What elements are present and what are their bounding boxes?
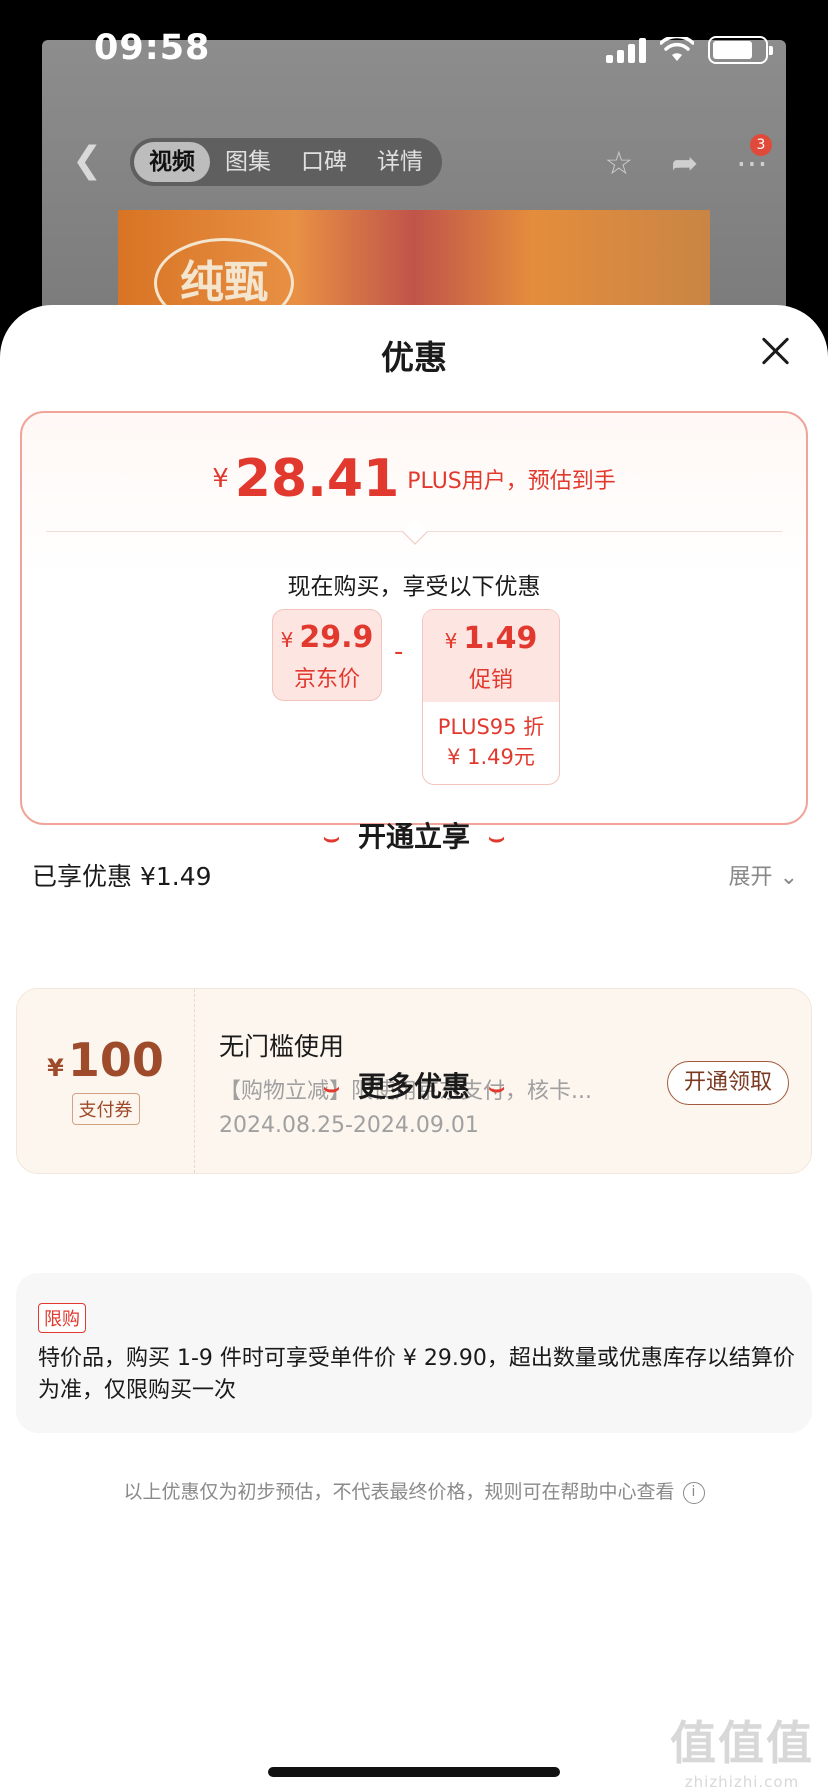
promo-detail-line2: ¥ 1.49元 — [447, 745, 535, 769]
tab-details[interactable]: 详情 — [362, 142, 438, 182]
limit-description: 特价品，购买 1-9 件时可享受单件价 ¥ 29.90，超出数量或优惠库存以结算… — [38, 1346, 795, 1403]
tab-video[interactable]: 视频 — [134, 142, 210, 182]
battery-icon — [708, 36, 773, 64]
buy-now-text: 现在购买，享受以下优惠 — [287, 574, 541, 600]
decor-left-icon: ⌣ — [322, 823, 340, 853]
chevron-down-icon: ⌄ — [779, 865, 798, 890]
decor-right-icon: ⌣ — [488, 1073, 506, 1103]
more-section-title: 更多优惠 — [357, 1070, 470, 1103]
back-arrow-icon[interactable]: ❮ — [72, 140, 102, 181]
promo-box: ¥1.49 促销 PLUS95 折 ¥ 1.49元 — [422, 609, 560, 785]
limit-tag: 限购 — [38, 1303, 86, 1333]
status-icons — [606, 36, 773, 64]
share-icon[interactable]: ➦ — [671, 144, 698, 182]
enjoyed-discount: 已享优惠 ¥1.49 — [32, 862, 212, 891]
watermark-line1: 值值值 — [670, 1716, 814, 1770]
currency-symbol: ¥ — [212, 464, 229, 494]
message-badge: 3 — [750, 134, 772, 156]
estimated-price-card: ¥28.41 PLUS用户，预估到手 现在购买，享受以下优惠 ¥29.9 京东价 … — [20, 411, 808, 825]
disclaimer: 以上优惠仅为初步预估，不代表最终价格，规则可在帮助中心查看 i — [0, 1477, 828, 1504]
jd-price-label: 京东价 — [293, 667, 360, 692]
coupon-validity: 2024.08.25-2024.09.01 — [219, 1113, 479, 1138]
disclaimer-text: 以上优惠仅为初步预估，不代表最终价格，规则可在帮助中心查看 — [123, 1481, 675, 1503]
coupon-title: 无门槛使用 — [219, 1032, 345, 1061]
expand-button[interactable]: 展开 ⌄ — [729, 859, 798, 891]
divider-notch — [402, 519, 428, 545]
currency-symbol: ¥ — [444, 629, 458, 653]
estimated-price-label: PLUS用户，预估到手 — [407, 469, 616, 494]
expand-label: 展开 — [728, 865, 773, 890]
tab-reviews[interactable]: 口碑 — [286, 142, 362, 182]
background-app: 09:58 ❮ 视频 图集 口碑 详情 ☆ ➦ ⋯ 3 纯甄 — [0, 0, 828, 340]
cellular-signal-icon — [606, 37, 646, 63]
more-promo-card: 限购 特价品，购买 1-9 件时可享受单件价 ¥ 29.90，超出数量或优惠库存… — [16, 1273, 812, 1433]
watermark-logo: 值值值 zhizhizhi.com — [670, 1707, 814, 1791]
open-section-header: ⌣ 开通立享 ⌣ — [0, 815, 828, 855]
status-time: 09:58 — [94, 28, 211, 68]
decor-left-icon: ⌣ — [322, 1073, 340, 1103]
promo-label: 促销 — [468, 668, 513, 693]
promo-amount: 1.49 — [463, 621, 538, 656]
jd-price-amount: 29.9 — [299, 620, 374, 655]
media-tabs: 视频 图集 口碑 详情 — [130, 138, 442, 186]
wifi-icon — [660, 37, 694, 61]
home-indicator[interactable] — [268, 1767, 560, 1777]
watermark-line2: zhizhizhi.com — [684, 1773, 800, 1791]
more-section-header: ⌣ 更多优惠 ⌣ — [0, 1065, 828, 1105]
tab-gallery[interactable]: 图集 — [210, 142, 286, 182]
open-section-title: 开通立享 — [357, 820, 470, 853]
promo-detail-line1: PLUS95 折 — [437, 715, 545, 739]
close-icon[interactable] — [758, 333, 792, 367]
sheet-title: 优惠 — [381, 338, 447, 377]
star-icon[interactable]: ☆ — [605, 144, 634, 182]
promotion-sheet: 优惠 ¥28.41 PLUS用户，预估到手 现在购买，享受以下优惠 ¥29.9 京… — [0, 305, 828, 1792]
estimated-price: 28.41 — [234, 449, 400, 509]
currency-symbol: ¥ — [280, 628, 294, 652]
minus-sign: - — [394, 637, 404, 667]
decor-right-icon: ⌣ — [488, 823, 506, 853]
info-icon[interactable]: i — [682, 1481, 705, 1504]
estimated-price-row: ¥28.41 PLUS用户，预估到手 — [22, 449, 806, 509]
nav-actions: ☆ ➦ ⋯ — [605, 144, 769, 182]
jd-price-box: ¥29.9 京东价 — [272, 609, 382, 701]
